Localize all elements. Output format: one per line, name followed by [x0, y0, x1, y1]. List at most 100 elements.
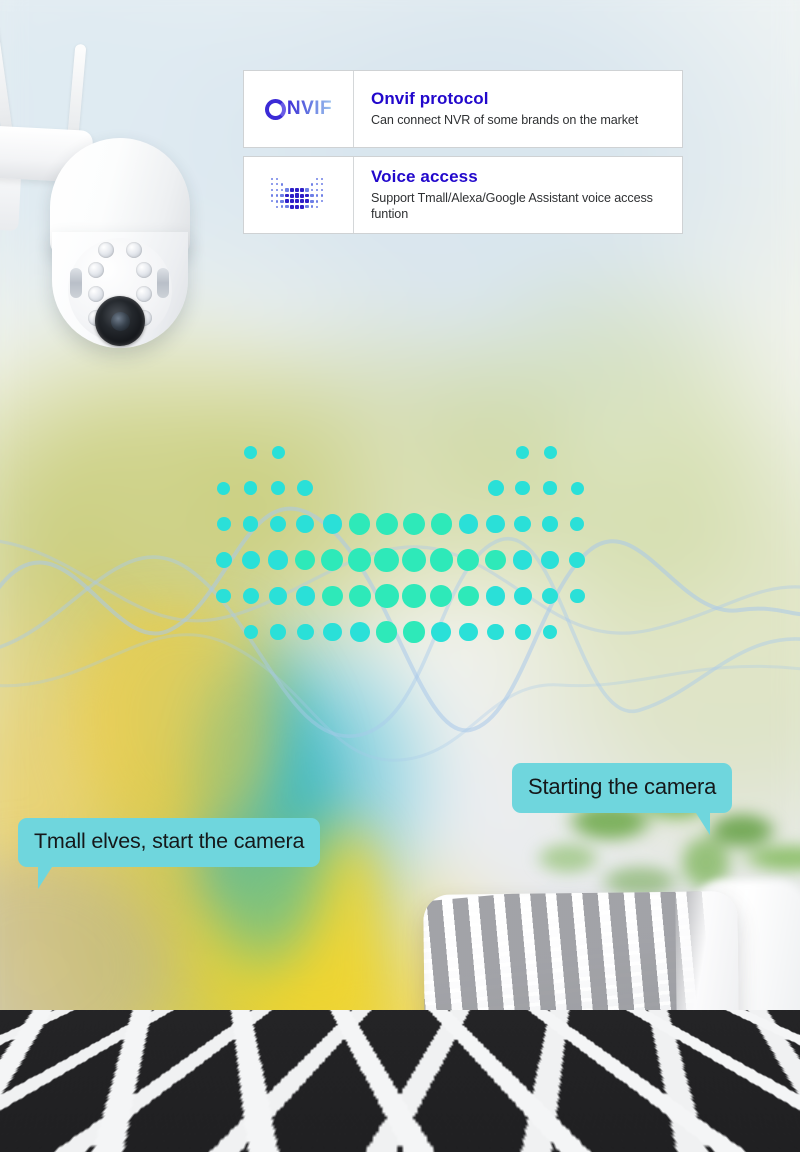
matrix-dot	[515, 480, 531, 496]
feature-card-voice-access: Voice access Support Tmall/Alexa/Google …	[243, 156, 683, 234]
speaker-side-panel	[675, 891, 739, 1036]
camera-ir-strip-left	[70, 268, 82, 298]
matrix-dot	[514, 515, 532, 533]
matrix-dot	[459, 622, 478, 642]
matrix-dot	[295, 586, 315, 606]
feature-cards: NVIF Onvif protocol Can connect NVR of s…	[243, 70, 683, 234]
matrix-dot	[296, 623, 314, 641]
icon-dot	[285, 199, 289, 203]
matrix-dot	[375, 584, 399, 608]
smart-speaker	[423, 891, 739, 1047]
matrix-dot	[270, 480, 286, 496]
icon-dot	[270, 199, 274, 203]
speech-bubble-device-reply: Starting the camera	[512, 763, 733, 835]
matrix-dot	[321, 549, 344, 571]
matrix-dot	[485, 549, 506, 571]
matrix-dot	[297, 479, 314, 496]
onvif-logo-icon: NVIF	[244, 71, 354, 147]
icon-dot	[275, 194, 279, 197]
matrix-dot	[542, 624, 558, 640]
matrix-dot	[271, 445, 285, 459]
icon-dot	[270, 194, 274, 197]
camera-ir-strip-right	[157, 268, 169, 298]
matrix-dot	[349, 513, 371, 535]
matrix-dot	[430, 513, 452, 535]
icon-dot	[315, 199, 319, 203]
camera-led-icon	[88, 286, 104, 302]
matrix-dot	[570, 481, 584, 495]
matrix-dot	[215, 551, 232, 569]
onvif-o-ring-icon	[264, 98, 286, 120]
matrix-dot	[513, 550, 533, 570]
camera-led-icon	[88, 262, 104, 278]
icon-dot	[320, 183, 324, 186]
wave-path-4	[0, 633, 800, 762]
matrix-dot	[270, 624, 286, 640]
matrix-dot	[486, 514, 505, 534]
matrix-dot	[348, 584, 371, 608]
matrix-dot	[431, 622, 452, 642]
camera-led-icon	[136, 262, 152, 278]
icon-dot	[275, 199, 279, 203]
matrix-dot	[217, 481, 231, 495]
icon-dot	[285, 205, 289, 209]
icon-dot	[290, 188, 294, 192]
icon-dot	[310, 194, 314, 198]
icon-dot	[290, 199, 294, 204]
camera-led-icon	[136, 286, 152, 302]
matrix-dot	[541, 587, 559, 605]
icon-dot	[275, 183, 279, 186]
matrix-dot	[268, 550, 288, 570]
matrix-dot	[322, 585, 343, 607]
icon-dot	[315, 183, 319, 186]
icon-dot	[295, 204, 299, 209]
icon-dot	[300, 193, 304, 198]
matrix-dot	[216, 588, 232, 604]
matrix-dot	[541, 551, 559, 569]
matrix-dot	[429, 548, 453, 572]
matrix-dot	[543, 445, 557, 459]
matrix-dot	[241, 551, 260, 569]
matrix-dot	[376, 621, 398, 643]
icon-dot	[320, 194, 324, 197]
matrix-dot	[322, 514, 343, 534]
icon-dot	[280, 194, 284, 198]
camera-dome	[52, 232, 188, 348]
icon-dot	[320, 188, 324, 192]
icon-dot	[320, 199, 324, 203]
camera-face-plate	[68, 238, 172, 346]
matrix-dot	[244, 445, 258, 459]
matrix-dot	[244, 481, 258, 495]
matrix-dot	[570, 517, 585, 531]
icon-dot	[290, 193, 294, 198]
matrix-dot	[569, 588, 585, 604]
icon-dot	[280, 199, 284, 203]
icon-dot	[270, 183, 274, 186]
icon-dot	[280, 183, 284, 186]
matrix-dot	[516, 445, 530, 459]
icon-dot	[305, 205, 309, 209]
icon-dot	[295, 188, 299, 192]
matrix-dot	[402, 512, 426, 536]
icon-dot	[300, 205, 304, 209]
matrix-dot	[269, 587, 287, 605]
matrix-dot	[402, 584, 426, 608]
icon-dot	[294, 199, 300, 204]
voice-card-description: Support Tmall/Alexa/Google Assistant voi…	[371, 190, 653, 222]
icon-dot	[320, 177, 324, 180]
matrix-dot	[487, 479, 504, 496]
speaker-grille-icon	[423, 891, 716, 1039]
matrix-dot	[323, 622, 342, 642]
icon-dot	[315, 205, 319, 208]
icon-dot	[280, 188, 284, 192]
matrix-dot	[243, 516, 259, 532]
onvif-card-body: Onvif protocol Can connect NVR of some b…	[354, 81, 682, 138]
icon-dot	[270, 177, 274, 180]
icon-dot	[315, 177, 319, 180]
voice-card-title: Voice access	[371, 166, 478, 186]
matrix-dot	[296, 514, 315, 534]
matrix-dot	[543, 481, 557, 495]
matrix-dot	[458, 585, 479, 607]
matrix-dot	[513, 587, 532, 605]
icon-dot	[290, 205, 294, 209]
